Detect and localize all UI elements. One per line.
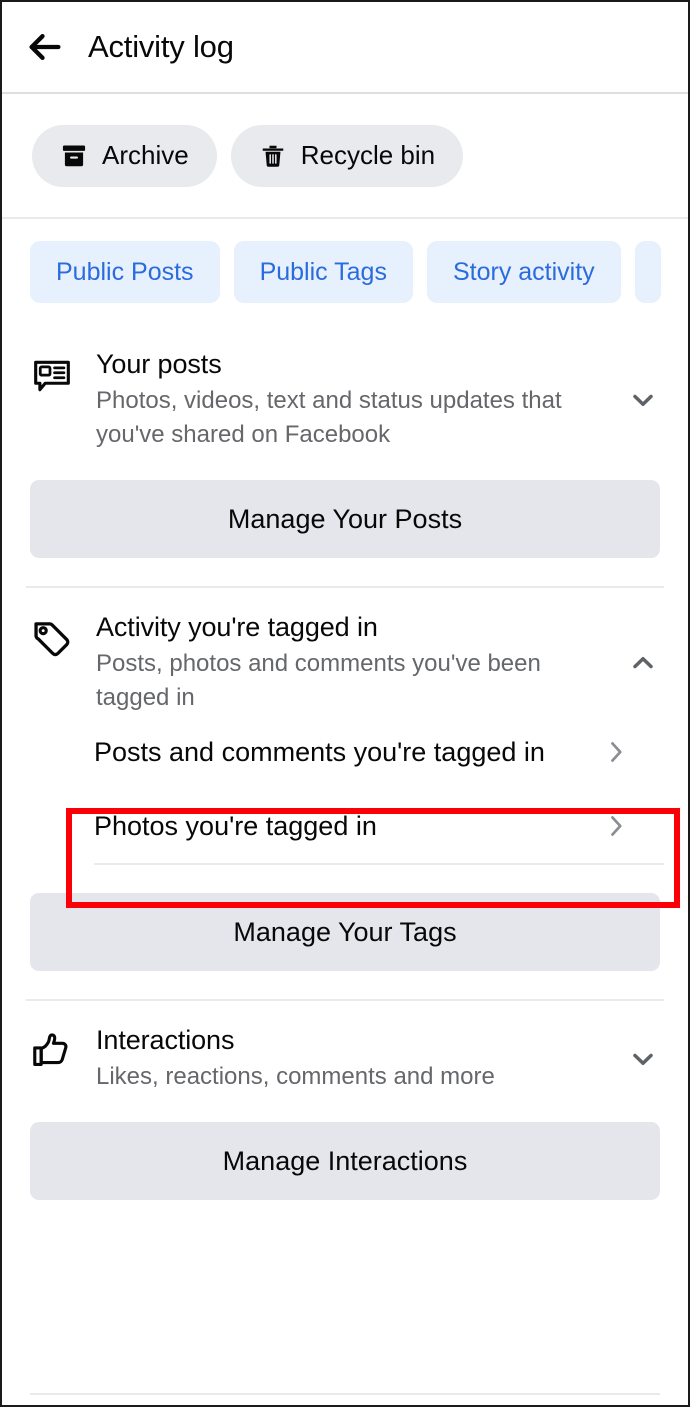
bottom-divider: [30, 1393, 660, 1395]
activity-log-screen: Activity log Archive Recycle bin Public …: [0, 0, 690, 1407]
section-activity-tagged-in: Activity you're tagged in Posts, photos …: [2, 588, 688, 1001]
row-label: Posts and comments you're tagged in: [94, 736, 545, 767]
post-bubble-icon: [26, 347, 78, 397]
chevron-down-icon[interactable]: [620, 1044, 666, 1074]
trash-icon: [259, 142, 287, 170]
chevron-right-icon: [594, 737, 638, 767]
section-activity-tagged-in-header[interactable]: Activity you're tagged in Posts, photos …: [2, 588, 688, 715]
section-your-posts: Your posts Photos, videos, text and stat…: [2, 325, 688, 588]
section-interactions-text: Interactions Likes, reactions, comments …: [78, 1023, 620, 1094]
row-posts-and-comments-tagged-in[interactable]: Posts and comments you're tagged in: [2, 715, 688, 789]
app-header: Activity log: [2, 2, 688, 94]
section-subtitle: Likes, reactions, comments and more: [96, 1063, 495, 1090]
manage-interactions-button[interactable]: Manage Interactions: [30, 1122, 660, 1200]
section-interactions: Interactions Likes, reactions, comments …: [2, 1001, 688, 1228]
chevron-up-icon[interactable]: [620, 648, 666, 678]
manage-your-tags-button[interactable]: Manage Your Tags: [30, 893, 660, 971]
filter-chips-row[interactable]: Public Posts Public Tags Story activity: [2, 219, 688, 325]
row-label: Photos you're tagged in: [94, 810, 377, 841]
thumbs-up-icon: [26, 1023, 78, 1073]
tag-icon: [26, 610, 78, 660]
manage-interactions-wrap: Manage Interactions: [2, 1094, 688, 1228]
section-subtitle: Posts, photos and comments you've been t…: [96, 650, 541, 711]
filter-chip-overflow[interactable]: [634, 241, 661, 303]
section-title: Your posts: [96, 349, 222, 379]
chevron-down-icon[interactable]: [620, 385, 666, 415]
section-title: Interactions: [96, 1025, 235, 1055]
filter-chip-public-posts[interactable]: Public Posts: [30, 241, 220, 303]
archive-button[interactable]: Archive: [32, 124, 217, 187]
top-actions-row: Archive Recycle bin: [2, 94, 688, 219]
section-your-posts-header[interactable]: Your posts Photos, videos, text and stat…: [2, 325, 688, 452]
filter-chip-label: Public Posts: [56, 257, 194, 286]
chevron-right-icon: [594, 811, 638, 841]
recycle-bin-label: Recycle bin: [300, 140, 436, 170]
section-activity-tagged-in-text: Activity you're tagged in Posts, photos …: [78, 610, 620, 715]
section-subtitle: Photos, videos, text and status updates …: [96, 387, 562, 448]
filter-chip-story-activity[interactable]: Story activity: [426, 241, 621, 303]
row-photos-tagged-in[interactable]: Photos you're tagged in: [2, 789, 688, 863]
back-arrow-icon[interactable]: [24, 26, 66, 68]
manage-your-tags-wrap: Manage Your Tags: [2, 865, 688, 999]
section-title: Activity you're tagged in: [96, 612, 378, 642]
archive-label: Archive: [102, 140, 189, 170]
recycle-bin-button[interactable]: Recycle bin: [230, 124, 464, 187]
filter-chip-label: Story activity: [452, 257, 595, 286]
archive-box-icon: [60, 142, 88, 170]
filter-chip-label: Public Tags: [259, 257, 387, 286]
filter-chip-public-tags[interactable]: Public Tags: [233, 241, 413, 303]
section-your-posts-text: Your posts Photos, videos, text and stat…: [78, 347, 620, 452]
page-title: Activity log: [88, 29, 234, 64]
manage-your-posts-wrap: Manage Your Posts: [2, 452, 688, 586]
section-interactions-header[interactable]: Interactions Likes, reactions, comments …: [2, 1001, 688, 1094]
manage-your-posts-button[interactable]: Manage Your Posts: [30, 480, 660, 558]
